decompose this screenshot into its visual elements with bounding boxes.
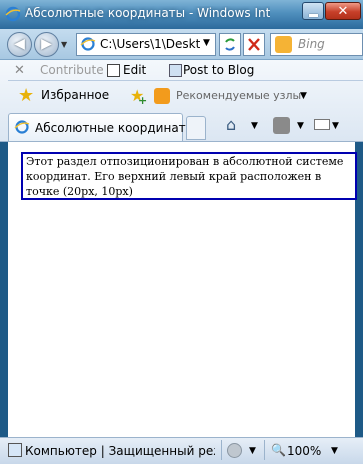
frame-left [0, 142, 8, 437]
status-divider [264, 440, 265, 460]
close-toolbar-icon[interactable]: ✕ [14, 63, 28, 79]
stop-icon [248, 38, 260, 51]
home-icon[interactable]: ⌂ [226, 116, 244, 134]
refresh-button[interactable] [219, 33, 241, 56]
edit-icon [107, 64, 120, 77]
absolute-positioned-box: Этот раздел отпозиционирован в абсолютно… [21, 152, 357, 200]
home-dropdown-icon[interactable]: ▼ [251, 121, 261, 133]
protected-mode-dropdown-icon[interactable]: ▼ [249, 446, 259, 458]
minimize-button[interactable] [302, 2, 324, 20]
address-text: C:\Users\1\Deskt [100, 37, 200, 51]
back-arrow-icon: ◀ [14, 36, 25, 52]
recent-pages-dropdown[interactable]: ▼ [61, 40, 71, 50]
zoom-icon[interactable]: 🔍 [271, 443, 286, 457]
post-to-blog-button[interactable]: Post to Blog [183, 63, 263, 79]
back-button[interactable]: ◀ [7, 32, 32, 57]
new-tab-button[interactable] [186, 116, 206, 140]
zoom-level[interactable]: 100% [287, 444, 327, 460]
status-text: Компьютер | Защищенный режим: [25, 444, 215, 458]
computer-zone-icon [8, 443, 22, 457]
tab-page-icon [14, 120, 30, 134]
close-button[interactable]: ✕ [325, 2, 361, 20]
add-plus-icon: + [138, 94, 148, 107]
mail-icon[interactable] [314, 119, 330, 130]
stop-button[interactable] [243, 33, 265, 56]
ie-app-icon [5, 6, 21, 22]
edit-button[interactable]: Edit [123, 63, 163, 79]
suggested-sites-button[interactable]: Рекомендуемые узлы [176, 89, 306, 105]
suggested-sites-icon [154, 88, 170, 104]
feeds-icon[interactable] [273, 117, 290, 134]
tab-label: Абсолютные координаты [35, 121, 196, 135]
bing-icon [275, 36, 292, 53]
refresh-icon [225, 38, 235, 51]
zoom-dropdown-icon[interactable]: ▼ [331, 446, 341, 458]
feeds-dropdown-icon[interactable]: ▼ [297, 121, 307, 133]
search-placeholder: Bing [298, 37, 325, 51]
status-divider [221, 440, 222, 460]
forward-button[interactable]: ▶ [34, 32, 59, 57]
window-title: Абсолютные координаты - Windows Inte [25, 6, 270, 20]
page-icon [80, 37, 96, 51]
protected-mode-icon[interactable] [227, 443, 242, 458]
address-dropdown-icon[interactable]: ▼ [203, 38, 213, 50]
forward-arrow-icon: ▶ [41, 36, 52, 52]
mail-dropdown-icon[interactable]: ▼ [332, 121, 342, 133]
suggested-sites-dropdown-icon[interactable]: ▼ [300, 91, 310, 103]
post-to-blog-icon [169, 64, 182, 77]
contribute-button[interactable]: Contribute [40, 63, 104, 79]
favorites-button[interactable]: Избранное [41, 88, 121, 104]
favorites-star-icon: ★ [18, 85, 35, 106]
